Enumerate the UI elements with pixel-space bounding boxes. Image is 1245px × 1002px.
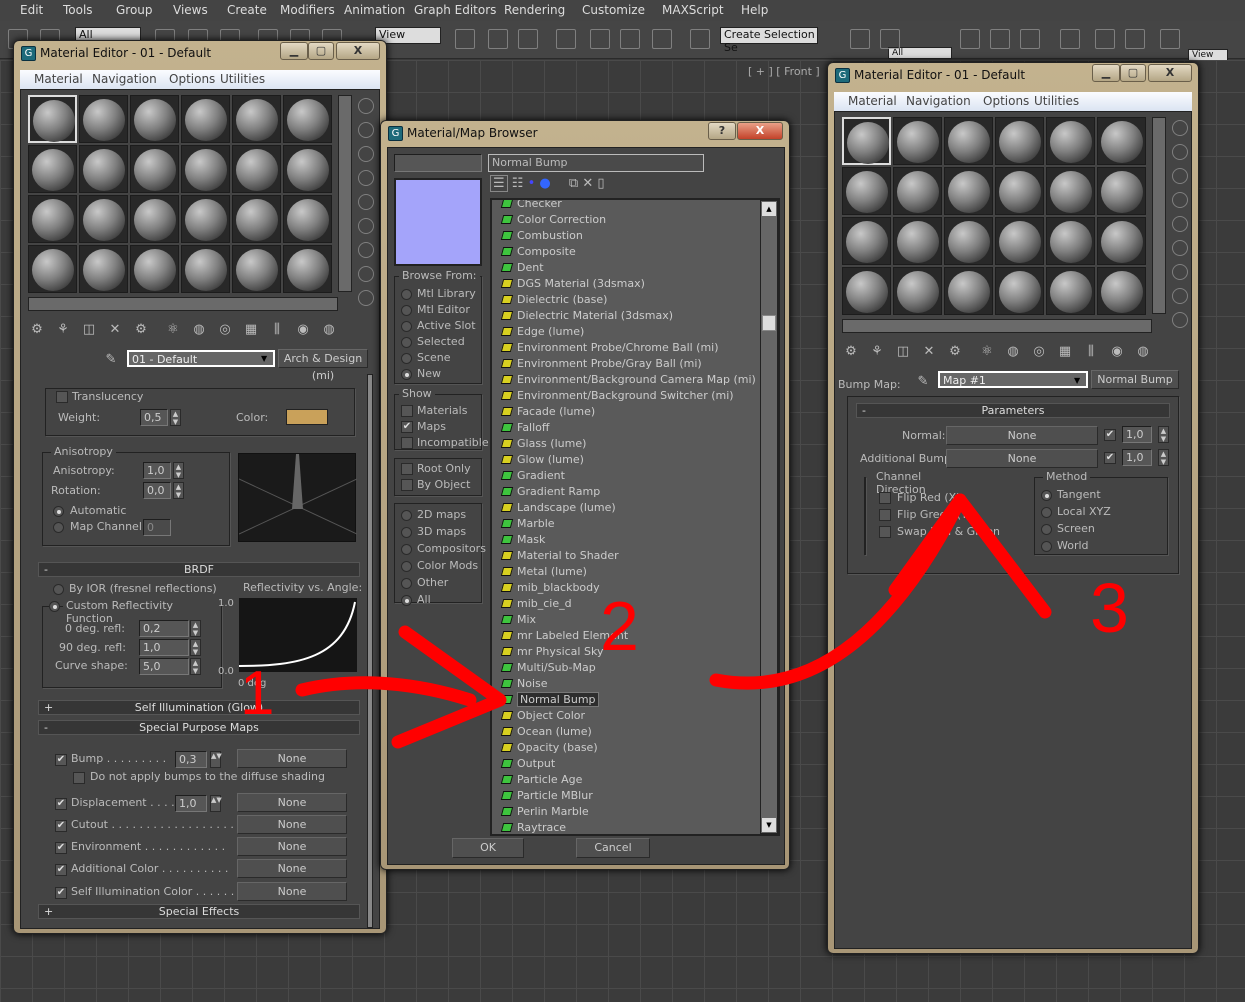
arrow-head-3: [888, 493, 1052, 619]
arrow-2-to-3: [709, 493, 967, 690]
annotation-step-2: 2: [600, 587, 639, 665]
annotation-overlay: 1 2 3: [240, 493, 1129, 749]
annotation-step-3: 3: [1090, 569, 1129, 647]
arrow-1-to-2: [295, 676, 477, 707]
annotation-step-1: 1: [240, 659, 274, 728]
